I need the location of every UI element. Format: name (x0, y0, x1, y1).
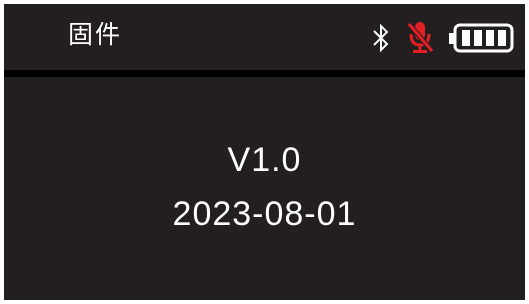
battery-level-bar (462, 30, 470, 46)
firmware-date: 2023-08-01 (172, 195, 357, 233)
microphone-muted-icon (405, 20, 435, 56)
bluetooth-icon (371, 22, 391, 54)
firmware-version: V1.0 (227, 141, 302, 179)
battery-level-bar (498, 30, 506, 46)
device-screen: 固件 V1.0 2023-08-01 (4, 4, 525, 300)
screen-title: 固件 (68, 20, 123, 49)
battery-level-bar (486, 30, 494, 46)
battery-full-icon (449, 22, 515, 54)
status-icons (371, 20, 515, 56)
status-divider (4, 70, 525, 77)
battery-level-bar (474, 30, 482, 46)
status-bar: 固件 (4, 4, 525, 69)
